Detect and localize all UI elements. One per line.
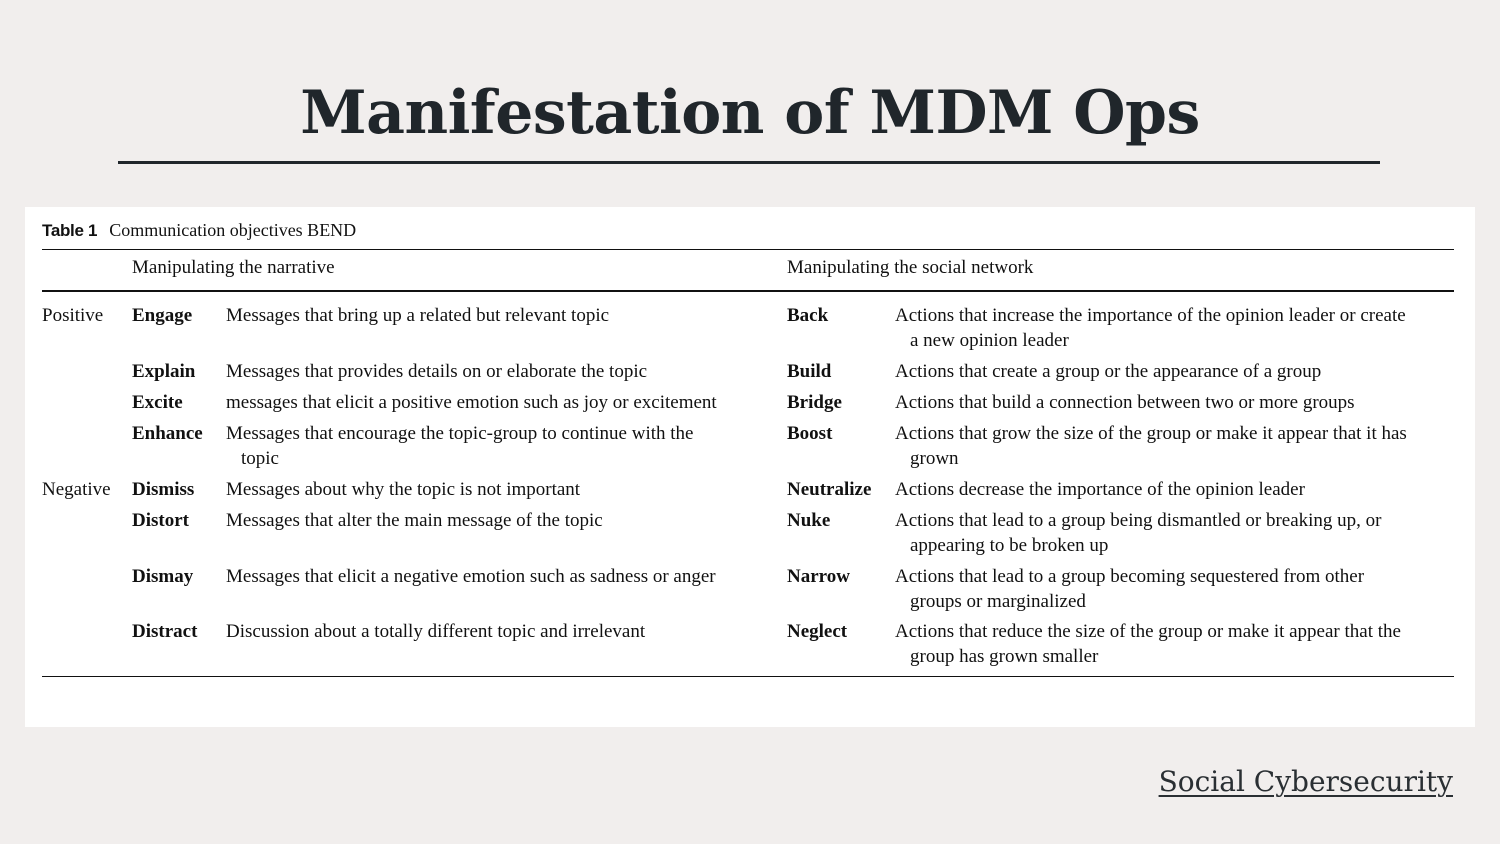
network-term: Nuke: [787, 510, 831, 531]
narrative-term: Enhance: [132, 423, 203, 444]
narrative-description-line: Discussion about a totally different top…: [226, 621, 646, 642]
network-term: Neutralize: [787, 479, 872, 500]
narrative-description-line: Messages about why the topic is not impo…: [226, 479, 581, 500]
network-description-line: Actions that lead to a group being disma…: [895, 510, 1382, 531]
group-label-positive: Positive: [42, 305, 104, 326]
table-top-rule: [42, 249, 1454, 250]
network-description: Actions that grow the size of the group …: [895, 421, 1407, 471]
table-image-panel: Table 1 Communication objectives BEND Man…: [25, 207, 1475, 727]
narrative-description: Messages about why the topic is not impo…: [226, 477, 580, 502]
network-term: Narrow: [787, 566, 850, 587]
table-header-rule: [42, 290, 1454, 292]
network-description-line: appearing to be broken up: [910, 535, 1109, 556]
network-description-line: groups or marginalized: [910, 591, 1086, 612]
network-description-line: Actions that reduce the size of the grou…: [895, 621, 1401, 642]
narrative-description-line: Messages that alter the main message of …: [226, 510, 603, 531]
network-description-line: Actions that lead to a group becoming se…: [895, 566, 1365, 587]
narrative-description: Messages that alter the main message of …: [226, 508, 603, 533]
table-caption: Table 1 Communication objectives BEND: [42, 219, 356, 242]
network-description: Actions that reduce the size of the grou…: [895, 619, 1401, 669]
narrative-description-line: Messages that encourage the topic-group …: [226, 423, 694, 444]
narrative-description: Messages that encourage the topic-group …: [226, 421, 693, 471]
network-term: Boost: [787, 423, 833, 444]
network-description: Actions that build a connection between …: [895, 390, 1355, 415]
header-narrative: Manipulating the narrative: [132, 257, 335, 278]
narrative-term: Distract: [132, 621, 198, 642]
narrative-description-line: topic: [241, 448, 279, 469]
network-description-line: Actions that grow the size of the group …: [895, 423, 1407, 444]
narrative-description-line: Messages that bring up a related but rel…: [226, 305, 610, 326]
narrative-description-line: Messages that elicit a negative emotion …: [226, 566, 716, 587]
group-label-negative: Negative: [42, 479, 111, 500]
narrative-term: Excite: [132, 392, 183, 413]
network-description-line: Actions decrease the importance of the o…: [895, 479, 1305, 500]
network-description-line: Actions that increase the importance of …: [895, 305, 1406, 326]
network-description: Actions that lead to a group becoming se…: [895, 564, 1364, 614]
network-term: Neglect: [787, 621, 848, 642]
narrative-term: Engage: [132, 305, 193, 326]
network-description: Actions that lead to a group being disma…: [895, 508, 1382, 558]
network-term: Build: [787, 361, 832, 382]
network-description: Actions that create a group or the appea…: [895, 359, 1321, 384]
narrative-term: Dismay: [132, 566, 194, 587]
network-description-line: group has grown smaller: [910, 646, 1099, 667]
table-bottom-rule: [42, 676, 1454, 677]
narrative-description: Messages that provides details on or ela…: [226, 359, 647, 384]
narrative-description: messages that elicit a positive emotion …: [226, 390, 717, 415]
network-description-line: a new opinion leader: [910, 330, 1069, 351]
network-description: Actions that increase the importance of …: [895, 303, 1406, 353]
network-description-line: Actions that create a group or the appea…: [895, 361, 1322, 382]
narrative-term: Explain: [132, 361, 196, 382]
narrative-term: Distort: [132, 510, 189, 531]
header-social-network: Manipulating the social network: [787, 257, 1034, 278]
table-label: Table 1: [42, 221, 98, 240]
footer-link-social-cybersecurity[interactable]: Social Cybersecurity: [1159, 764, 1453, 800]
narrative-description: Discussion about a totally different top…: [226, 619, 645, 644]
table-caption-text: Communication objectives BEND: [109, 220, 357, 240]
slide-title: Manifestation of MDM Ops: [300, 78, 1200, 148]
network-description: Actions decrease the importance of the o…: [895, 477, 1305, 502]
narrative-description-line: Messages that provides details on or ela…: [226, 361, 648, 382]
network-description-line: Actions that build a connection between …: [895, 392, 1355, 413]
narrative-description: Messages that bring up a related but rel…: [226, 303, 609, 328]
network-description-line: grown: [910, 448, 959, 469]
narrative-term: Dismiss: [132, 479, 195, 500]
title-divider: [118, 161, 1380, 164]
network-term: Back: [787, 305, 829, 326]
narrative-description: Messages that elicit a negative emotion …: [226, 564, 716, 589]
network-term: Bridge: [787, 392, 842, 413]
narrative-description-line: messages that elicit a positive emotion …: [226, 392, 717, 413]
